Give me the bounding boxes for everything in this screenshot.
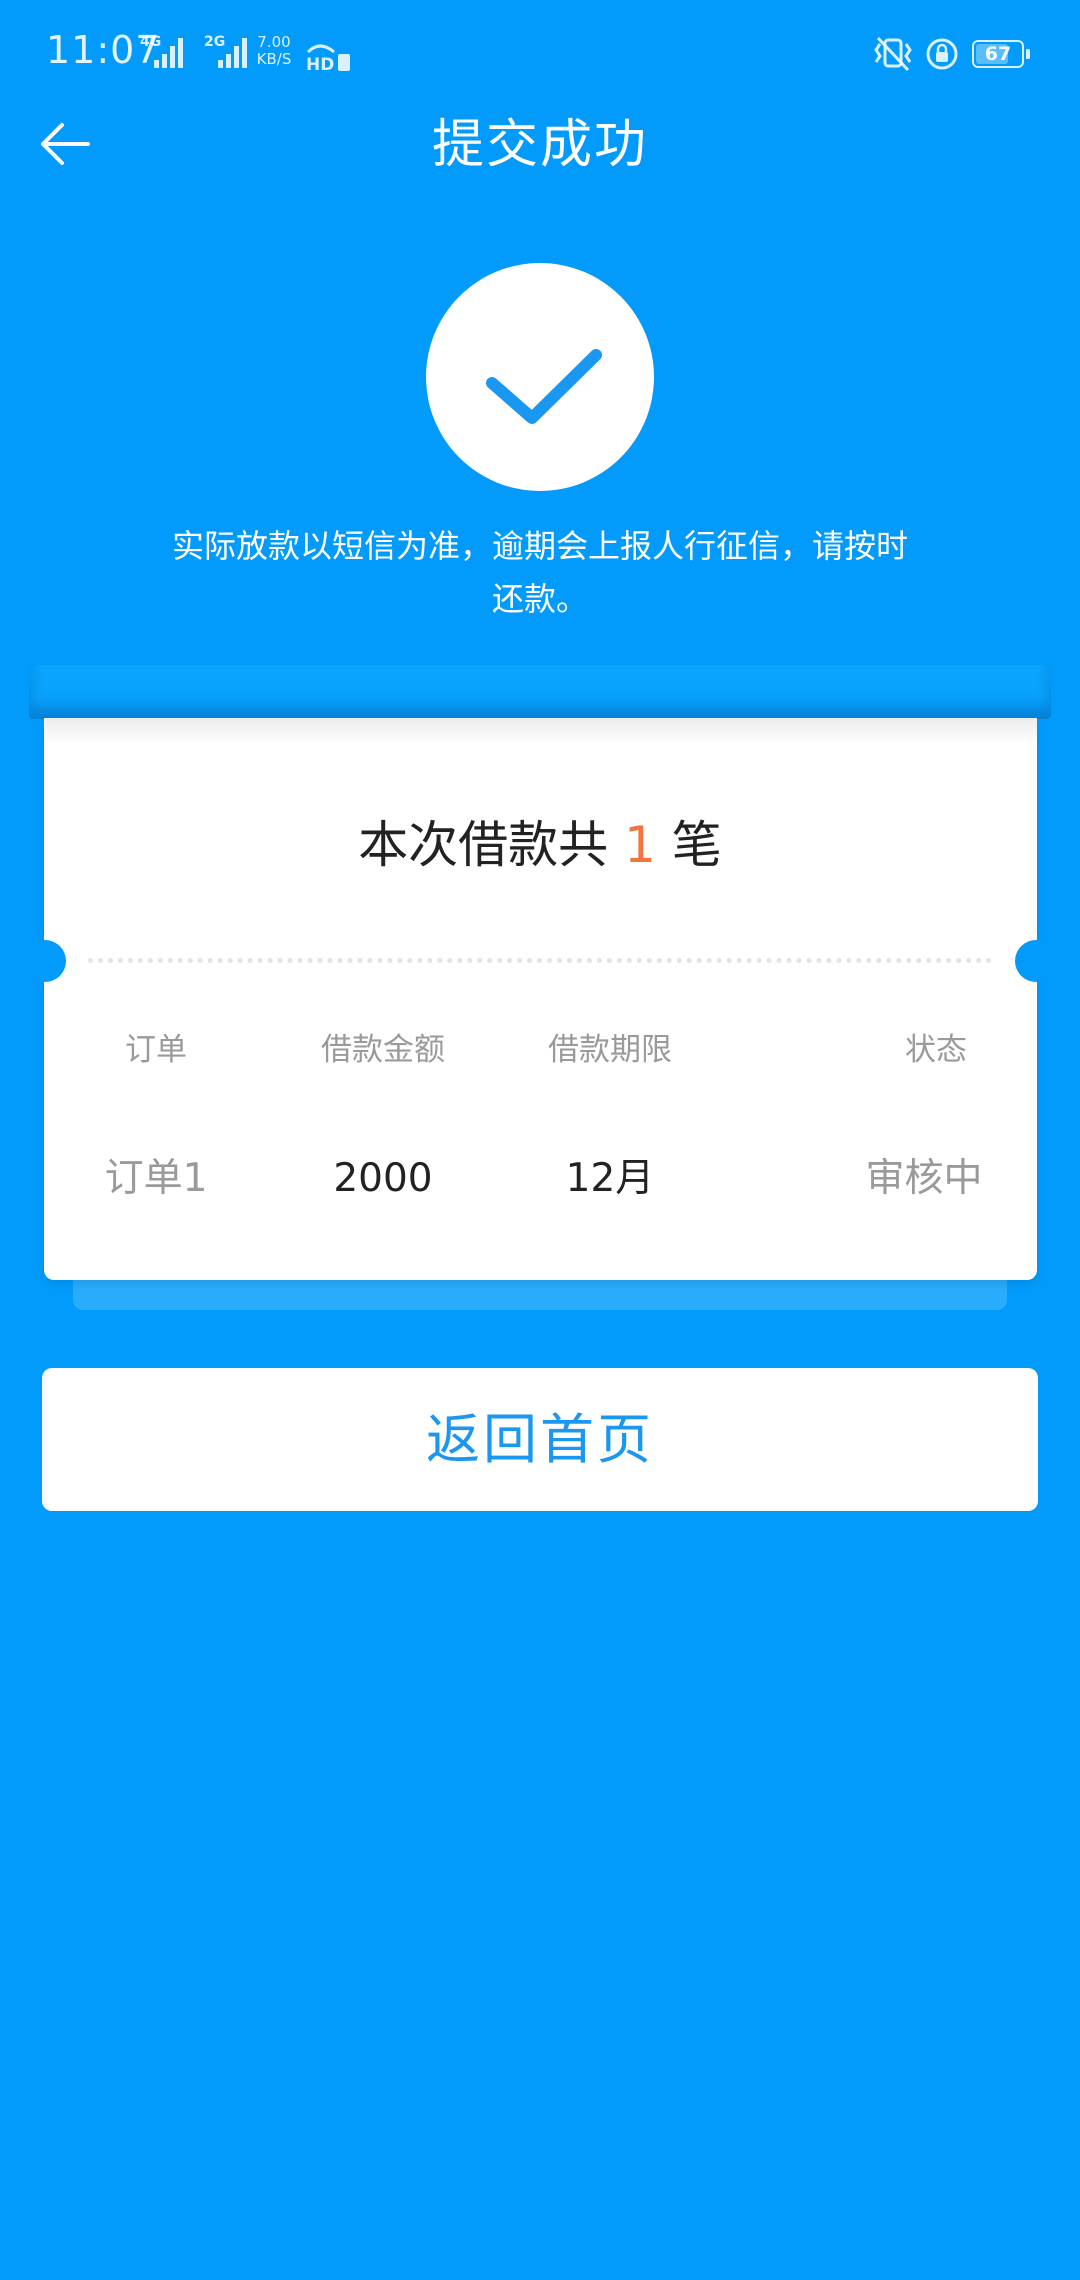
rotation-lock-icon — [924, 36, 960, 76]
back-button[interactable] — [30, 110, 100, 180]
loan-count-suffix: 笔 — [655, 816, 722, 874]
order-cell: 订单1 — [104, 1156, 208, 1201]
network-speed-value: 7.00 — [257, 33, 291, 51]
ticket-slot — [29, 665, 1051, 719]
arrow-left-icon — [41, 123, 90, 165]
network-speed-unit: KB/S — [256, 50, 292, 68]
column-header-status: 状态 — [905, 1032, 967, 1068]
ticket-notch-right — [1015, 940, 1057, 982]
hd-voice-icon: HD — [304, 38, 352, 76]
column-header-term: 借款期限 — [548, 1032, 672, 1068]
return-home-button[interactable]: 返回首页 — [42, 1368, 1038, 1511]
notice-text: 实际放款以短信为准，逾期会上报人行征信，请按时还款。 — [171, 527, 908, 618]
battery-level: 67 — [984, 43, 1012, 65]
column-header-order: 订单 — [125, 1032, 187, 1068]
signal-icon: 4G — [140, 34, 200, 74]
status-bar: 11:07 4G 2G 7.00 KB/S HD 67 — [0, 0, 1080, 110]
dotted-divider — [88, 958, 992, 963]
column-header-amount: 借款金额 — [321, 1032, 445, 1068]
ticket-notch-left — [24, 940, 66, 982]
loan-count: 本次借款共 1 笔 — [0, 810, 1080, 880]
loan-count-number: 1 — [624, 816, 656, 874]
success-circle — [426, 263, 654, 491]
page-title: 提交成功 — [431, 115, 648, 175]
loan-count-prefix: 本次借款共 — [358, 816, 625, 874]
network-speed: 7.00 KB/S — [252, 34, 296, 68]
checkmark-icon — [486, 349, 602, 424]
status-cell: 审核中 — [865, 1156, 983, 1201]
term-cell: 12月 — [565, 1156, 655, 1201]
battery-icon: 67 — [972, 40, 1024, 68]
vibrate-icon — [872, 36, 914, 76]
svg-text:HD: HD — [306, 55, 334, 72]
amount-cell: 2000 — [333, 1156, 433, 1201]
